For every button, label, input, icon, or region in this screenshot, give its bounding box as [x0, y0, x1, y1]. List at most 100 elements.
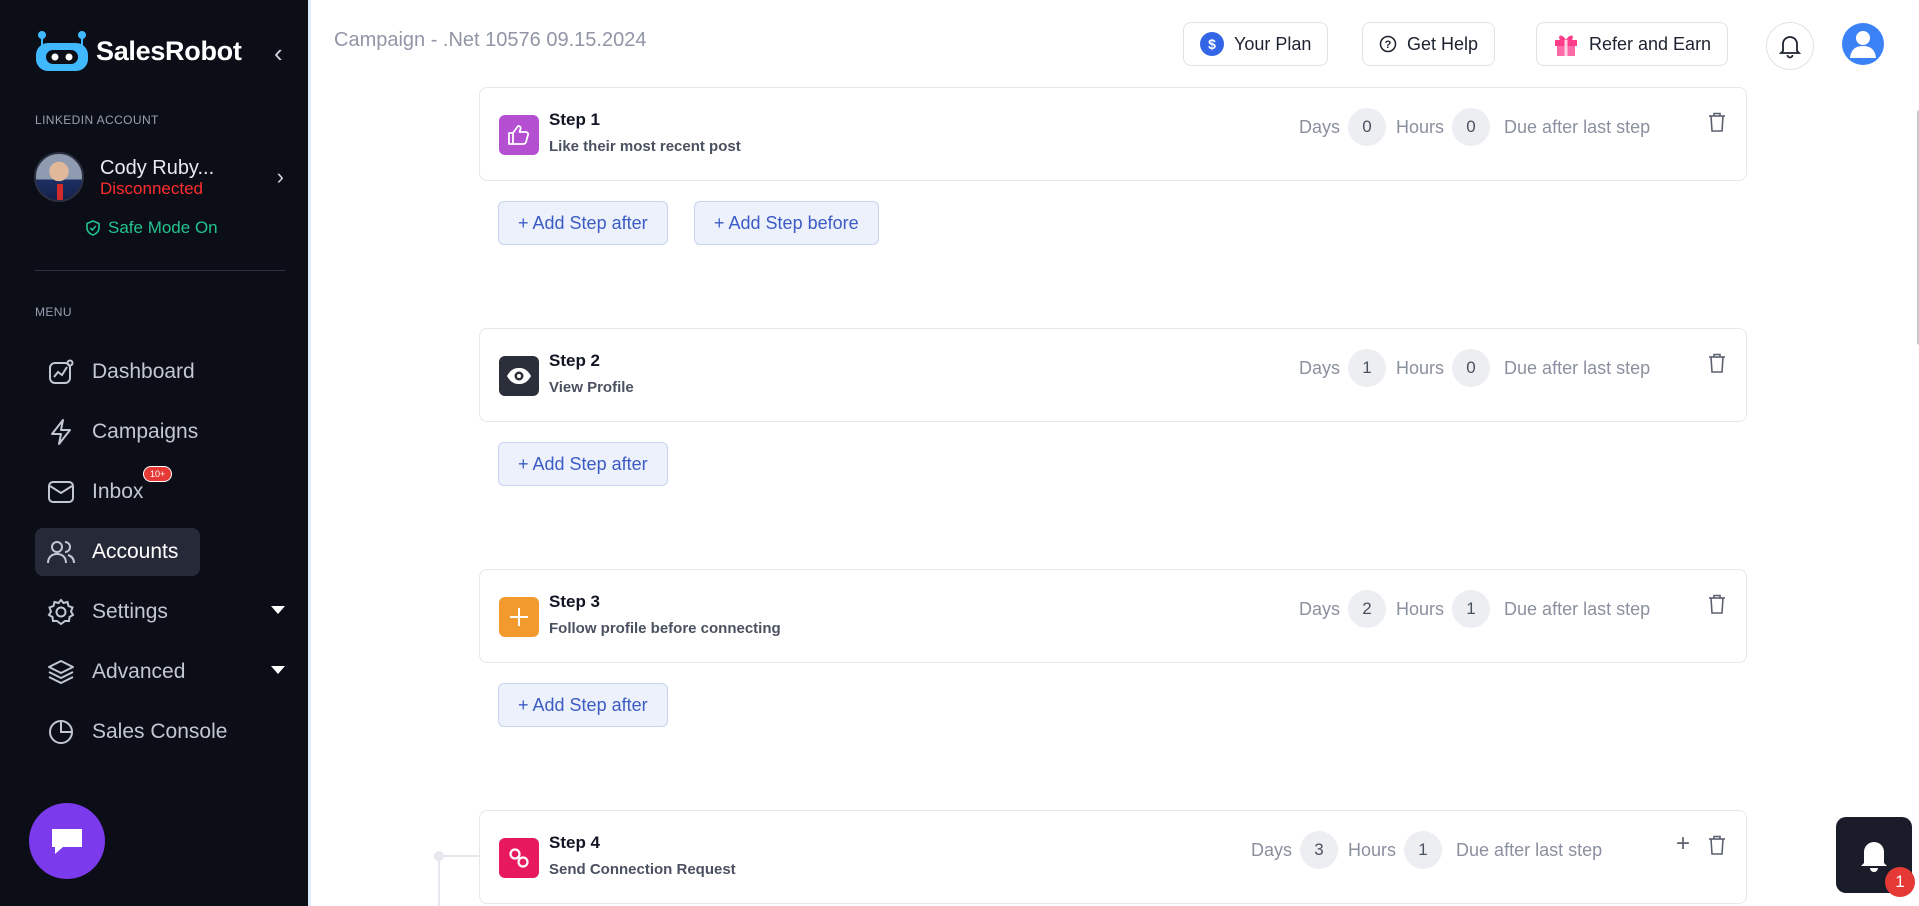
due-label: Due after last step [1504, 598, 1651, 619]
add-step-after-button[interactable]: + Add Step after [498, 442, 668, 486]
days-input[interactable]: 1 [1348, 349, 1387, 387]
refer-and-earn-button[interactable]: Refer and Earn [1536, 22, 1729, 66]
days-input[interactable]: 0 [1348, 108, 1387, 146]
safe-mode-label: Safe Mode On [108, 218, 218, 237]
hours-input[interactable]: 0 [1452, 349, 1491, 387]
days-label: Days [1299, 357, 1341, 378]
inbox-count-badge: 10+ [143, 466, 173, 482]
sidebar-item-label: Inbox [92, 480, 144, 503]
step-timing: Days 2 Hours 1 Due after last step [1299, 590, 1650, 628]
users-icon [46, 537, 76, 567]
step-title: Step 2 [549, 351, 601, 370]
sidebar-item-label: Accounts [92, 540, 179, 563]
step-description: Follow profile before connecting [549, 620, 781, 637]
step-timing: Days 1 Hours 0 Due after last step [1299, 349, 1650, 387]
account-status: Disconnected [100, 178, 204, 198]
trash-icon[interactable] [1708, 353, 1726, 373]
bell-icon [1861, 842, 1887, 872]
eye-icon [499, 356, 539, 396]
days-input[interactable]: 2 [1348, 590, 1387, 628]
add-branch-icon[interactable]: + [1676, 832, 1690, 856]
svg-text:$: $ [1208, 36, 1216, 52]
safe-mode-indicator: Safe Mode On [86, 218, 218, 238]
step-card-2: Step 2 View Profile Days 1 Hours 0 Due a… [479, 328, 1747, 422]
account-avatar [34, 152, 84, 202]
pie-chart-icon [46, 717, 76, 747]
your-plan-button[interactable]: $ Your Plan [1183, 22, 1329, 66]
sidebar-item-settings[interactable]: Settings [35, 588, 285, 636]
sidebar-item-sales-console[interactable]: Sales Console [35, 708, 285, 756]
trash-icon[interactable] [1708, 112, 1726, 132]
add-step-before-button[interactable]: + Add Step before [694, 201, 879, 245]
user-icon [1850, 31, 1876, 58]
caret-down-icon [271, 666, 285, 674]
days-input[interactable]: 3 [1300, 831, 1339, 869]
brand-logo[interactable]: SalesRobot [34, 30, 242, 72]
user-profile-avatar[interactable] [1842, 23, 1884, 65]
layers-icon [46, 657, 76, 687]
due-label: Due after last step [1504, 116, 1651, 137]
connector-line [439, 855, 481, 857]
chat-support-button[interactable] [29, 803, 105, 879]
chat-bubble-icon [52, 829, 82, 854]
thumbs-up-icon [499, 115, 539, 155]
shield-check-icon [86, 220, 100, 236]
caret-down-icon [271, 606, 285, 614]
hours-label: Hours [1396, 116, 1445, 137]
refer-and-earn-label: Refer and Earn [1589, 33, 1712, 54]
days-label: Days [1299, 116, 1341, 137]
due-label: Due after last step [1504, 357, 1651, 378]
main-content: Campaign - .Net 10576 09.15.2024 $ Your … [308, 0, 1919, 906]
notification-count-badge: 1 [1885, 867, 1915, 897]
hours-label: Hours [1348, 839, 1397, 860]
step-description: Like their most recent post [549, 138, 741, 155]
notification-widget-button[interactable]: 1 [1836, 817, 1915, 897]
hours-input[interactable]: 0 [1452, 108, 1491, 146]
robot-logo-icon [34, 30, 90, 72]
trash-icon[interactable] [1708, 835, 1726, 855]
help-circle-icon: ? [1379, 35, 1397, 53]
svg-text:?: ? [1385, 39, 1392, 51]
dashboard-chart-icon [46, 357, 76, 387]
step-timing: Days 3 Hours 1 Due after last step [1251, 831, 1602, 869]
linkedin-account-label: LINKEDIN ACCOUNT [35, 113, 159, 127]
sidebar-item-label: Campaigns [92, 420, 199, 443]
days-label: Days [1251, 839, 1293, 860]
step-title: Step 1 [549, 110, 601, 129]
dollar-icon: $ [1200, 32, 1224, 56]
hours-label: Hours [1396, 598, 1445, 619]
sidebar-item-campaigns[interactable]: Campaigns [35, 408, 285, 456]
lightning-icon [46, 417, 76, 447]
get-help-button[interactable]: ? Get Help [1362, 22, 1496, 66]
account-name: Cody Ruby... [100, 156, 215, 179]
collapse-sidebar-icon[interactable]: ‹ [274, 40, 294, 66]
trash-icon[interactable] [1708, 594, 1726, 614]
add-step-after-button[interactable]: + Add Step after [498, 201, 668, 245]
sidebar-item-dashboard[interactable]: Dashboard [35, 348, 285, 396]
hours-input[interactable]: 1 [1404, 831, 1443, 869]
step-card-4: Step 4 Send Connection Request Days 3 Ho… [479, 810, 1747, 904]
sidebar-item-label: Dashboard [92, 360, 195, 383]
campaign-title: Campaign - .Net 10576 09.15.2024 [334, 29, 647, 51]
hours-input[interactable]: 1 [1452, 590, 1491, 628]
due-label: Due after last step [1456, 839, 1603, 860]
step-timing: Days 0 Hours 0 Due after last step [1299, 108, 1650, 146]
bell-icon [1778, 36, 1802, 59]
linkedin-account-selector[interactable]: Cody Ruby... Disconnected › [34, 150, 284, 204]
sidebar-item-accounts[interactable]: Accounts [35, 528, 200, 576]
sidebar-item-advanced[interactable]: Advanced [35, 648, 285, 696]
sidebar-divider [35, 270, 285, 271]
sidebar-item-inbox[interactable]: Inbox 10+ [35, 466, 285, 516]
sidebar: SalesRobot ‹ LINKEDIN ACCOUNT Cody Ruby.… [0, 0, 308, 906]
add-step-after-button[interactable]: + Add Step after [498, 683, 668, 727]
step-description: Send Connection Request [549, 861, 736, 878]
connector-line [438, 860, 440, 906]
sidebar-item-label: Settings [92, 600, 168, 623]
chevron-right-icon: › [276, 164, 284, 189]
sidebar-item-label: Sales Console [92, 720, 228, 743]
menu-label: MENU [35, 305, 72, 319]
notifications-bell-button[interactable] [1766, 22, 1814, 70]
sidebar-item-label: Advanced [92, 660, 186, 683]
step-card-3: Step 3 Follow profile before connecting … [479, 569, 1747, 663]
days-label: Days [1299, 598, 1341, 619]
